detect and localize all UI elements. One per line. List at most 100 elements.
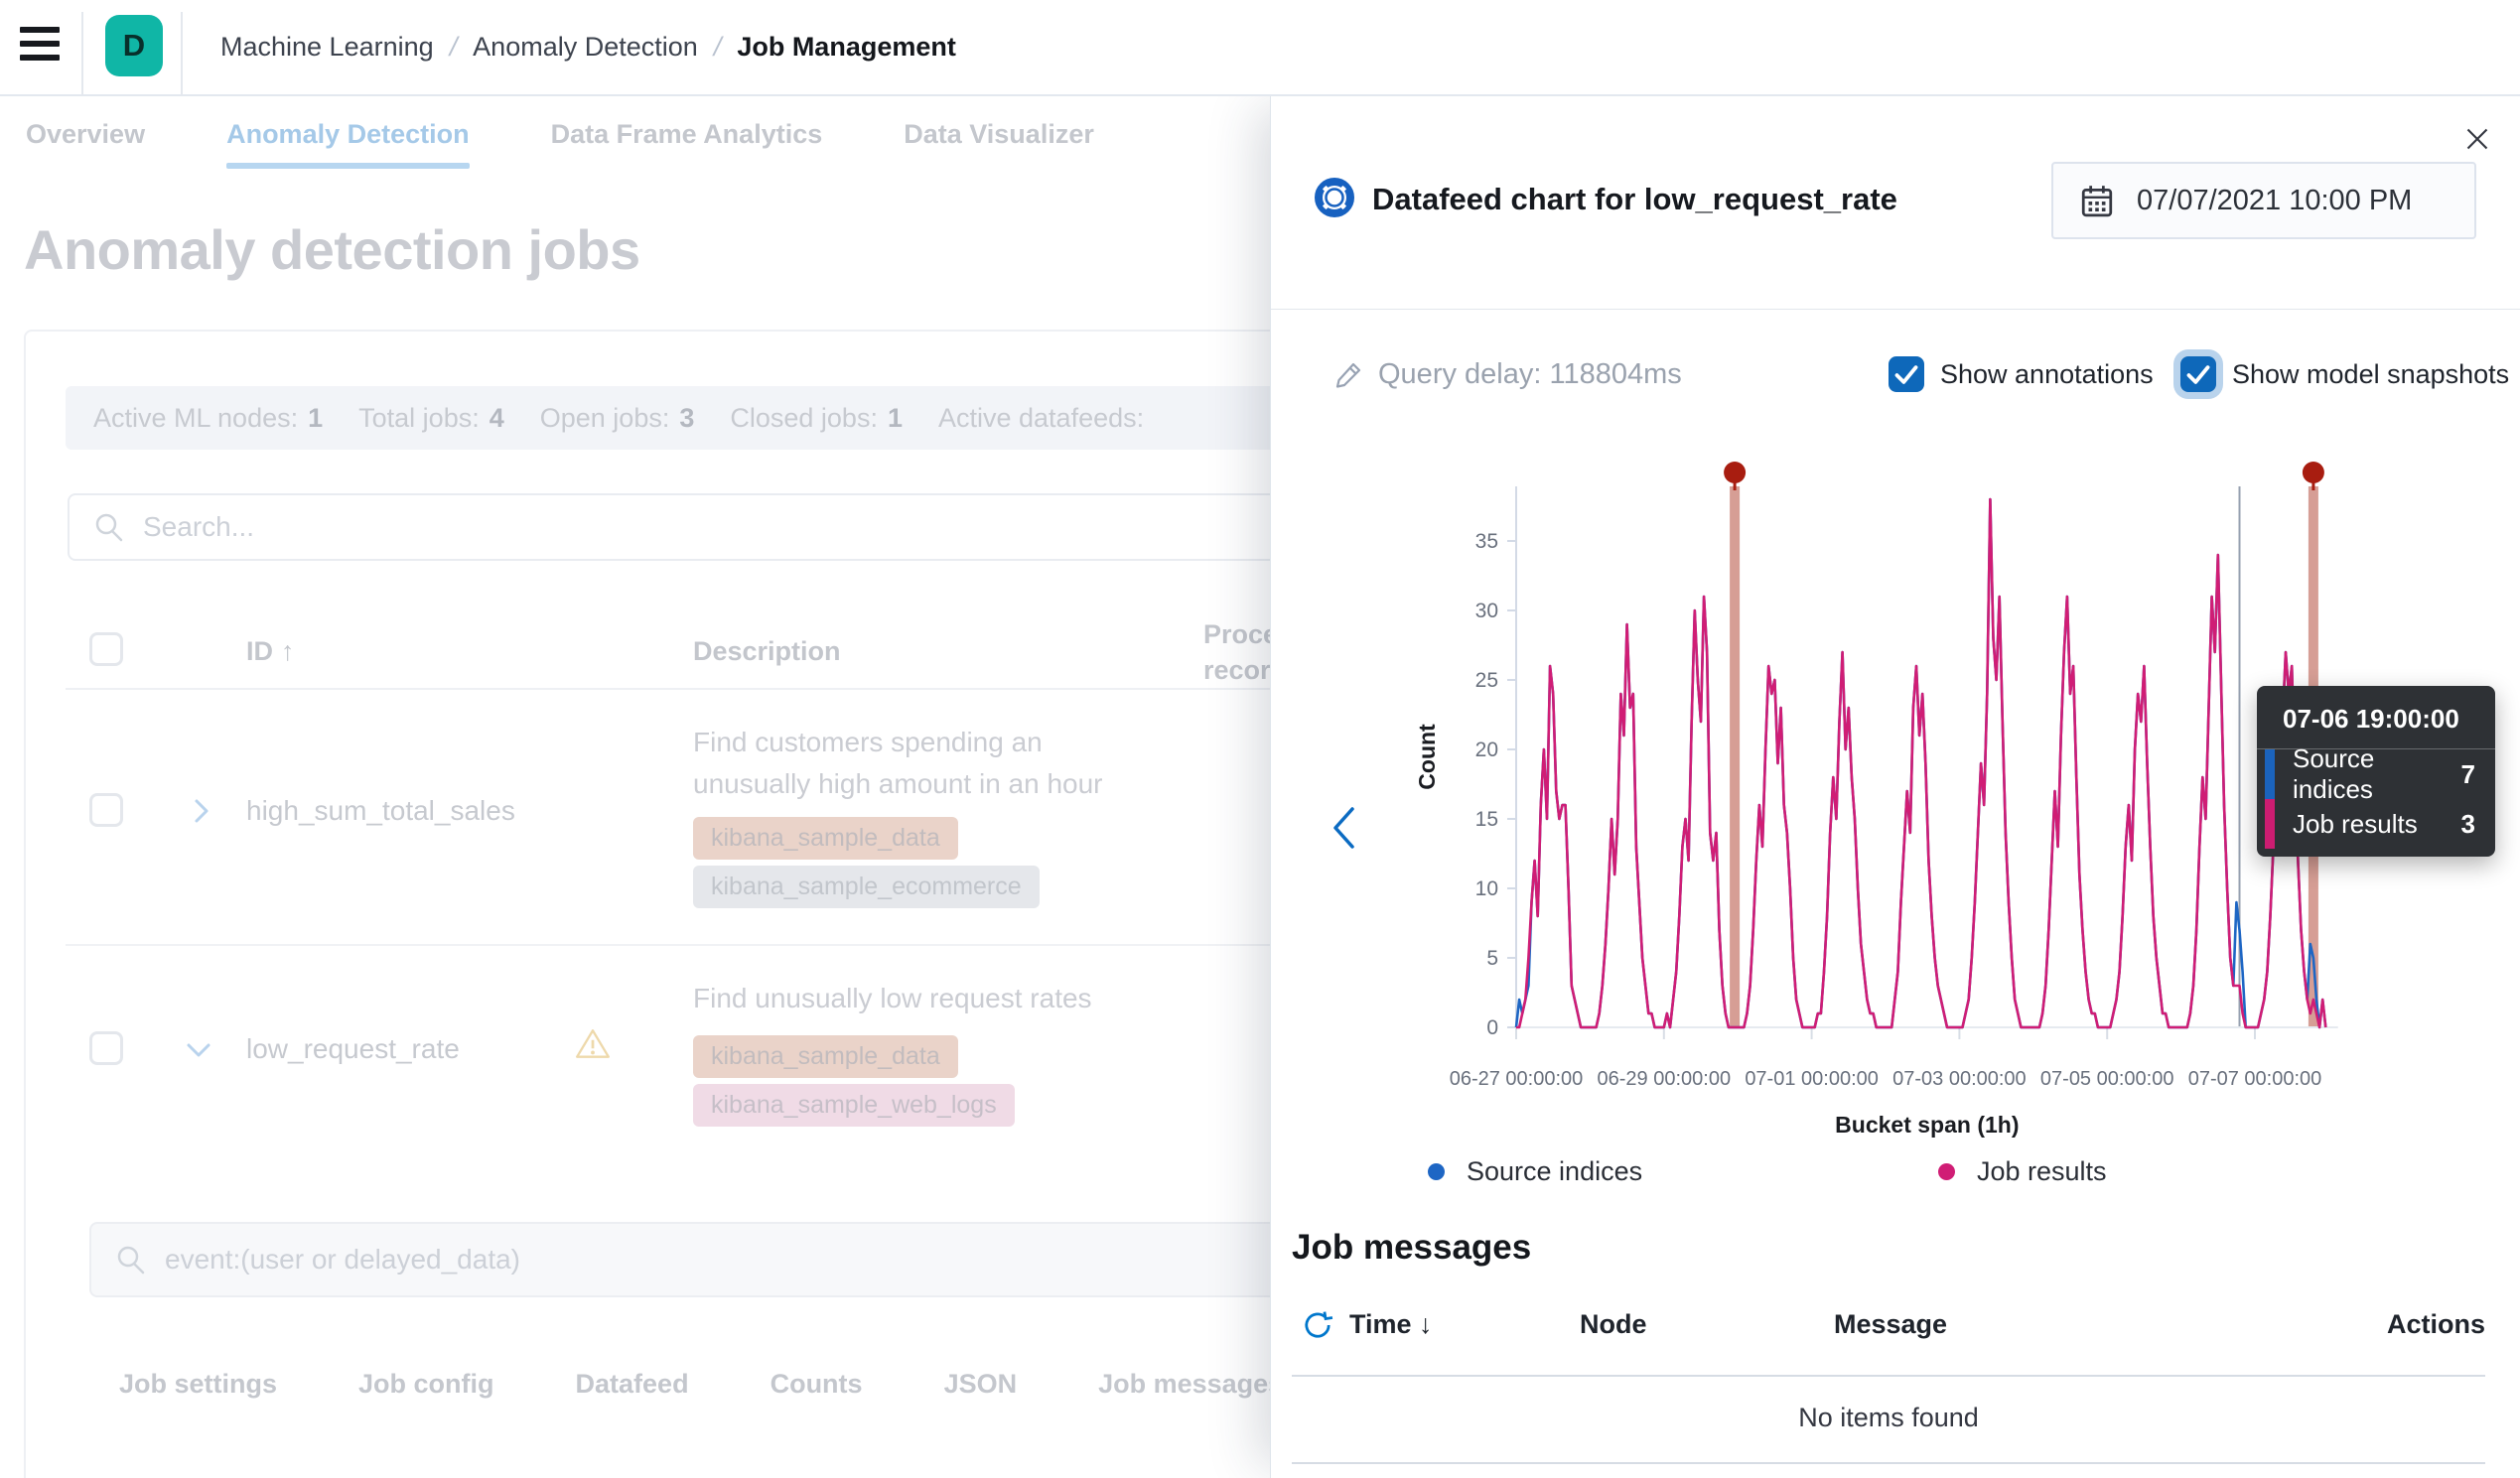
- show-model-snapshots-checkbox[interactable]: Show model snapshots: [2180, 356, 2509, 392]
- refresh-icon[interactable]: [1302, 1309, 1333, 1341]
- tooltip-series-label: Source indices: [2293, 743, 2461, 805]
- chevron-left-icon[interactable]: [1325, 801, 1366, 855]
- job-messages-title: Job messages: [1292, 1228, 1531, 1268]
- tooltip-series-label: Job results: [2293, 809, 2461, 840]
- stat-item: Total jobs:4: [358, 403, 504, 434]
- chevron-right-icon[interactable]: [185, 795, 216, 827]
- detail-tab-job-config[interactable]: Job config: [358, 1369, 494, 1400]
- datepicker-input[interactable]: 07/07/2021 10:00 PM: [2051, 162, 2476, 239]
- sort-desc-icon: ↓: [1419, 1309, 1433, 1339]
- svg-text:Bucket span (1h): Bucket span (1h): [1835, 1112, 2019, 1138]
- breadcrumb-separator: /: [711, 32, 725, 63]
- nav-divider: [181, 12, 183, 96]
- tab-data-visualizer[interactable]: Data Visualizer: [904, 99, 1094, 169]
- checkbox-checked-icon[interactable]: [2180, 356, 2216, 392]
- breadcrumb-machine-learning[interactable]: Machine Learning: [220, 32, 434, 63]
- detail-tab-datafeed[interactable]: Datafeed: [576, 1369, 689, 1400]
- job-id[interactable]: high_sum_total_sales: [246, 795, 515, 827]
- tab-anomaly-detection[interactable]: Anomaly Detection: [226, 99, 470, 169]
- job-tag: kibana_sample_data: [693, 1035, 958, 1078]
- calendar-icon: [2079, 183, 2115, 218]
- column-header-message: Message: [1834, 1309, 1947, 1340]
- svg-text:20: 20: [1475, 739, 1498, 761]
- svg-text:30: 30: [1475, 600, 1498, 622]
- job-detail-tabs: Job settings Job config Datafeed Counts JSON…: [119, 1369, 1283, 1400]
- svg-text:35: 35: [1475, 530, 1498, 553]
- svg-text:0: 0: [1486, 1016, 1498, 1039]
- svg-text:5: 5: [1486, 947, 1498, 970]
- svg-text:06-27 00:00:00: 06-27 00:00:00: [1450, 1068, 1584, 1090]
- job-id[interactable]: low_request_rate: [246, 1033, 460, 1065]
- legend-label: Source indices: [1467, 1156, 1642, 1187]
- breadcrumb-separator: /: [446, 32, 460, 63]
- tooltip-series-value: 7: [2461, 759, 2475, 790]
- job-messages-header: Time ↓ Node Message Actions: [1292, 1299, 2485, 1359]
- stat-item: Active datafeeds:: [938, 403, 1154, 434]
- warning-icon: [574, 1025, 612, 1063]
- legend-item-source-indices[interactable]: Source indices: [1428, 1156, 1642, 1187]
- datepicker-value: 07/07/2021 10:00 PM: [2137, 185, 2412, 217]
- pencil-icon[interactable]: [1332, 359, 1364, 391]
- flyout-divider: [1271, 309, 2520, 310]
- stat-item: Open jobs:3: [540, 403, 695, 434]
- svg-text:07-07 00:00:00: 07-07 00:00:00: [2188, 1068, 2322, 1090]
- breadcrumb: Machine Learning / Anomaly Detection / Job M…: [220, 0, 956, 94]
- legend-item-job-results[interactable]: Job results: [1938, 1156, 2107, 1187]
- query-delay-text: Query delay: 118804ms: [1378, 358, 1682, 391]
- svg-text:25: 25: [1475, 669, 1498, 692]
- row-checkbox[interactable]: [89, 793, 123, 827]
- stat-item: Active ML nodes:1: [93, 403, 323, 434]
- jobs-search-placeholder: Search...: [143, 511, 254, 543]
- checkbox-label: Show model snapshots: [2232, 359, 2509, 390]
- show-annotations-checkbox[interactable]: Show annotations: [1889, 356, 2154, 392]
- svg-text:07-03 00:00:00: 07-03 00:00:00: [1892, 1068, 2027, 1090]
- detail-tab-counts[interactable]: Counts: [770, 1369, 863, 1400]
- svg-text:Count: Count: [1414, 724, 1440, 790]
- column-header-description: Description: [693, 636, 841, 667]
- top-nav: D Machine Learning / Anomaly Detection / Job…: [0, 0, 2520, 96]
- annotation-marker-icon[interactable]: [2303, 462, 2324, 483]
- breadcrumb-anomaly-detection[interactable]: Anomaly Detection: [473, 32, 698, 63]
- breadcrumb-job-management: Job Management: [737, 32, 956, 63]
- job-tag: kibana_sample_ecommerce: [693, 866, 1040, 908]
- page-title: Anomaly detection jobs: [24, 217, 640, 282]
- tooltip-row: Job results3: [2257, 799, 2495, 849]
- menu-hamburger-icon[interactable]: [20, 27, 64, 68]
- svg-text:06-29 00:00:00: 06-29 00:00:00: [1598, 1068, 1732, 1090]
- annotation-marker-icon[interactable]: [1724, 462, 1746, 483]
- main-tabs: Overview Anomaly Detection Data Frame Anal…: [26, 99, 1094, 169]
- space-avatar[interactable]: D: [105, 15, 163, 76]
- tooltip-series-swatch: [2265, 749, 2275, 799]
- chart-tooltip: 07-06 19:00:00 Source indices7Job result…: [2257, 686, 2495, 857]
- tab-overview[interactable]: Overview: [26, 99, 145, 169]
- tab-data-frame-analytics[interactable]: Data Frame Analytics: [551, 99, 823, 169]
- detail-tab-json[interactable]: JSON: [944, 1369, 1018, 1400]
- chevron-down-icon[interactable]: [183, 1033, 214, 1065]
- series-line-source-indices: [1516, 499, 2325, 1027]
- job-tag: kibana_sample_web_logs: [693, 1084, 1015, 1127]
- kibana-ml-app: D Machine Learning / Anomaly Detection / Job…: [0, 0, 2520, 1478]
- column-header-time[interactable]: Time ↓: [1349, 1309, 1433, 1340]
- detail-tab-job-messages[interactable]: Job messages: [1098, 1369, 1283, 1400]
- stat-item: Closed jobs:1: [730, 403, 903, 434]
- select-all-checkbox[interactable]: [89, 632, 123, 666]
- query-delay: Query delay: 118804ms: [1332, 358, 1682, 391]
- sort-asc-icon: ↑: [281, 636, 295, 666]
- chart-legend: Source indices Job results: [1271, 1156, 2520, 1190]
- series-line-job-results: [1516, 499, 2325, 1027]
- detail-tab-job-settings[interactable]: Job settings: [119, 1369, 277, 1400]
- svg-text:07-01 00:00:00: 07-01 00:00:00: [1745, 1068, 1879, 1090]
- row-checkbox[interactable]: [89, 1031, 123, 1065]
- annotation-band[interactable]: [1730, 486, 1740, 1027]
- column-header-id[interactable]: ID↑: [246, 636, 295, 667]
- close-icon[interactable]: [2458, 120, 2496, 158]
- nav-divider: [81, 12, 83, 96]
- column-header-node: Node: [1580, 1309, 1647, 1340]
- tooltip-title: 07-06 19:00:00: [2257, 686, 2495, 748]
- checkbox-checked-icon[interactable]: [1889, 356, 1924, 392]
- datafeed-chart[interactable]: 0510152025303506-27 00:00:0006-29 00:00:…: [1411, 457, 2364, 1151]
- legend-dot-icon: [1428, 1163, 1445, 1180]
- datafeed-chart-flyout: Datafeed chart for low_request_rate 07/0…: [1270, 96, 2520, 1478]
- flyout-title: Datafeed chart for low_request_rate: [1372, 182, 1897, 217]
- job-messages-table: Time ↓ Node Message Actions No items fou…: [1292, 1299, 2485, 1468]
